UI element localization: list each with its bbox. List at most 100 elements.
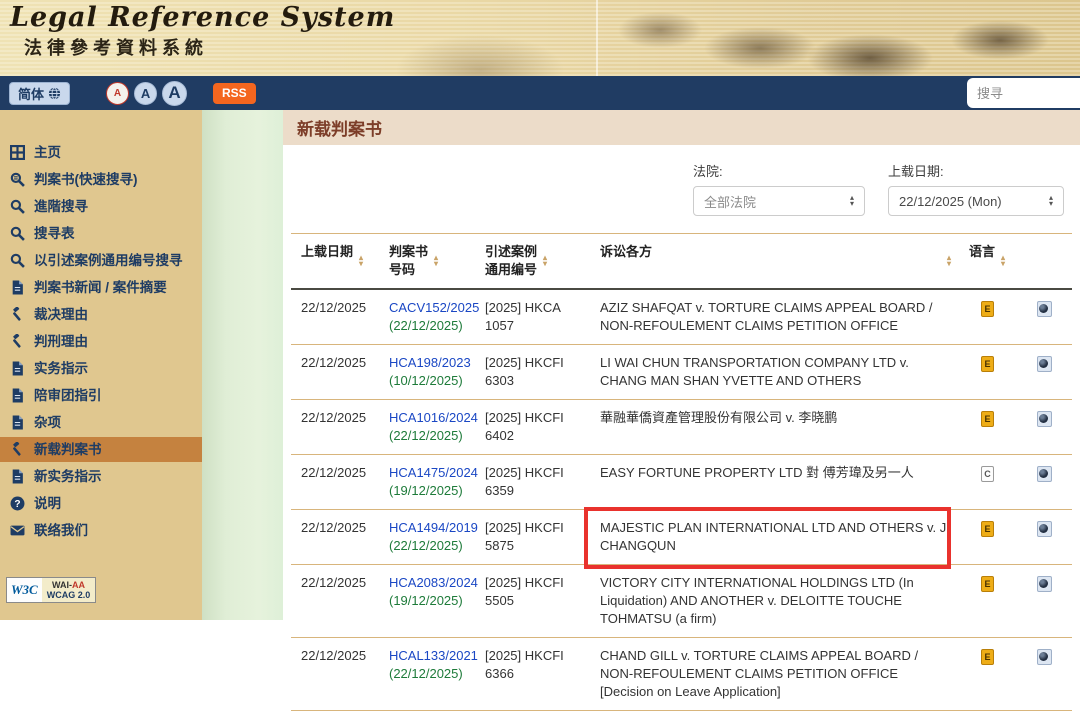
help-icon: ? [10,496,25,511]
sidebar-item[interactable]: 判刑理由 [0,329,202,354]
w3c-logo: W3C [7,578,42,602]
header-banner: Legal Reference System 法律參考資料系統 [0,0,1080,76]
court-filter-label: 法院: [693,161,865,180]
gavel-icon [10,307,25,322]
header-case-number: 判案书号码 ▴▾ [379,234,475,288]
sidebar-item[interactable]: 联络我们 [0,518,202,543]
judgment-date: (22/12/2025) [389,427,467,445]
page-body: 主页判案书(快速搜寻)進階搜寻搜寻表以引述案例通用编号搜寻判案书新闻 / 案件摘… [0,110,1080,620]
case-number-link[interactable]: HCA1016/2024 [389,409,467,427]
font-size-large-button[interactable]: A [162,81,187,106]
court-select[interactable]: 全部法院 ▴▾ [693,186,865,216]
table-row: 22/12/2025CACV152/2025(22/12/2025)[2025]… [291,290,1072,345]
svg-text:?: ? [14,499,20,510]
citation-cell: [2025] HKCFI 5505 [475,565,590,637]
language-cell: E [959,510,1014,564]
case-number-link[interactable]: HCA198/2023 [389,354,467,372]
case-number-link[interactable]: HCA1475/2024 [389,464,467,482]
sidebar-item[interactable]: 裁决理由 [0,302,202,327]
sidebar-item[interactable]: 以引述案例通用编号搜寻 [0,248,202,273]
document-icon [10,280,25,295]
parties-cell: 華融華僑資產管理股份有限公司 v. 李晓鹏 [590,400,959,454]
sidebar-item-label: 搜寻表 [34,225,75,242]
font-size-medium-button[interactable]: A [134,82,157,105]
sidebar-item[interactable]: 陪审团指引 [0,383,202,408]
sidebar-item[interactable]: 主页 [0,140,202,165]
sidebar-item-active[interactable]: 新载判案书 [0,437,202,462]
language-cell: C [959,455,1014,509]
sidebar-item[interactable]: ?说明 [0,491,202,516]
translation-globe-icon[interactable] [1037,649,1052,665]
language-english-icon[interactable]: E [981,301,994,317]
wcag-labels: WAI-AA WCAG 2.0 [42,578,96,602]
sidebar-item[interactable]: 判案书新闻 / 案件摘要 [0,275,202,300]
case-number-link[interactable]: CACV152/2025 [389,299,467,317]
page-title-band: 新载判案书 [283,110,1080,145]
table-row: 22/12/2025 HCA2083/2024(19/12/2025) [2025]… [291,565,1072,638]
upload-date-select[interactable]: 22/12/2025 (Mon) ▴▾ [888,186,1064,216]
sort-icon[interactable]: ▴▾ [543,255,547,267]
parties-cell-highlighted: MAJESTIC PLAN INTERNATIONAL LTD AND OTHE… [590,510,959,564]
translation-globe-icon[interactable] [1037,411,1052,427]
sidebar-content-divider [202,110,283,620]
wai-aa-label: WAI-AA [47,580,91,590]
sidebar-item[interactable]: 判案书(快速搜寻) [0,167,202,192]
select-arrows-icon: ▴▾ [850,195,854,207]
judgment-date: (22/12/2025) [389,665,467,683]
sidebar-item[interactable]: 实务指示 [0,356,202,381]
sidebar-item[interactable]: 進階搜寻 [0,194,202,219]
language-english-icon[interactable]: E [981,576,994,592]
sort-icon[interactable]: ▴▾ [434,255,438,267]
language-cell: E [959,290,1014,344]
parties-cell: EASY FORTUNE PROPERTY LTD 對 傅芳瑋及另一人 [590,455,959,509]
sort-icon[interactable]: ▴▾ [359,255,363,267]
translation-globe-icon[interactable] [1037,466,1052,482]
language-english-icon[interactable]: E [981,356,994,372]
rss-button[interactable]: RSS [213,83,256,104]
globe-icon [48,87,61,100]
case-number-cell: HCA1475/2024(19/12/2025) [379,455,475,509]
language-toggle-button[interactable]: 简体 [9,82,70,105]
sidebar-item-label: 以引述案例通用编号搜寻 [34,252,183,269]
citation-cell: [2025] HKCFI 5875 [475,510,590,564]
upload-date-cell: 22/12/2025 [291,565,379,637]
sidebar-item-label: 实务指示 [34,360,88,377]
parties-cell: AZIZ SHAFQAT v. TORTURE CLAIMS APPEAL BO… [590,290,959,344]
translation-cell [1014,565,1072,637]
language-english-icon[interactable]: E [981,521,994,537]
sidebar-item[interactable]: 搜寻表 [0,221,202,246]
case-number-cell: HCA1494/2019(22/12/2025) [379,510,475,564]
search-input[interactable] [967,86,1080,101]
sidebar-item[interactable]: 新实务指示 [0,464,202,489]
table-row: 22/12/2025HCA1475/2024(19/12/2025)[2025]… [291,455,1072,510]
sort-icon[interactable]: ▴▾ [1001,255,1005,267]
filter-bar: 法院: 全部法院 ▴▾ 上载日期: 22/12/2025 (Mon) ▴▾ [283,145,1080,233]
translation-globe-icon[interactable] [1037,301,1052,317]
case-number-link[interactable]: HCAL133/2021 [389,647,467,665]
sort-icon[interactable]: ▴▾ [947,255,951,267]
toolbar: 简体 A A A RSS [0,76,1080,110]
select-arrows-icon: ▴▾ [1049,195,1053,207]
translation-cell [1014,455,1072,509]
translation-globe-icon[interactable] [1037,576,1052,592]
gavel-icon [10,334,25,349]
translation-globe-icon[interactable] [1037,521,1052,537]
upload-date-cell: 22/12/2025 [291,400,379,454]
header-parties: 诉讼各方 ▴▾ [590,234,959,288]
translation-cell [1014,510,1072,564]
font-size-small-button[interactable]: A [106,82,129,105]
language-chinese-icon[interactable]: C [981,466,994,482]
search-box [967,78,1080,108]
language-english-icon[interactable]: E [981,411,994,427]
translation-cell [1014,345,1072,399]
judgment-date: (19/12/2025) [389,592,467,610]
translation-globe-icon[interactable] [1037,356,1052,372]
case-number-link[interactable]: HCA2083/2024 [389,574,467,592]
sidebar-item[interactable]: 杂项 [0,410,202,435]
wcag-compliance-badge[interactable]: W3C WAI-AA WCAG 2.0 [6,577,96,603]
search-icon [10,226,25,241]
case-number-cell: HCA198/2023(10/12/2025) [379,345,475,399]
case-number-link[interactable]: HCA1494/2019 [389,519,467,537]
upload-date-cell: 22/12/2025 [291,638,379,710]
language-english-icon[interactable]: E [981,649,994,665]
